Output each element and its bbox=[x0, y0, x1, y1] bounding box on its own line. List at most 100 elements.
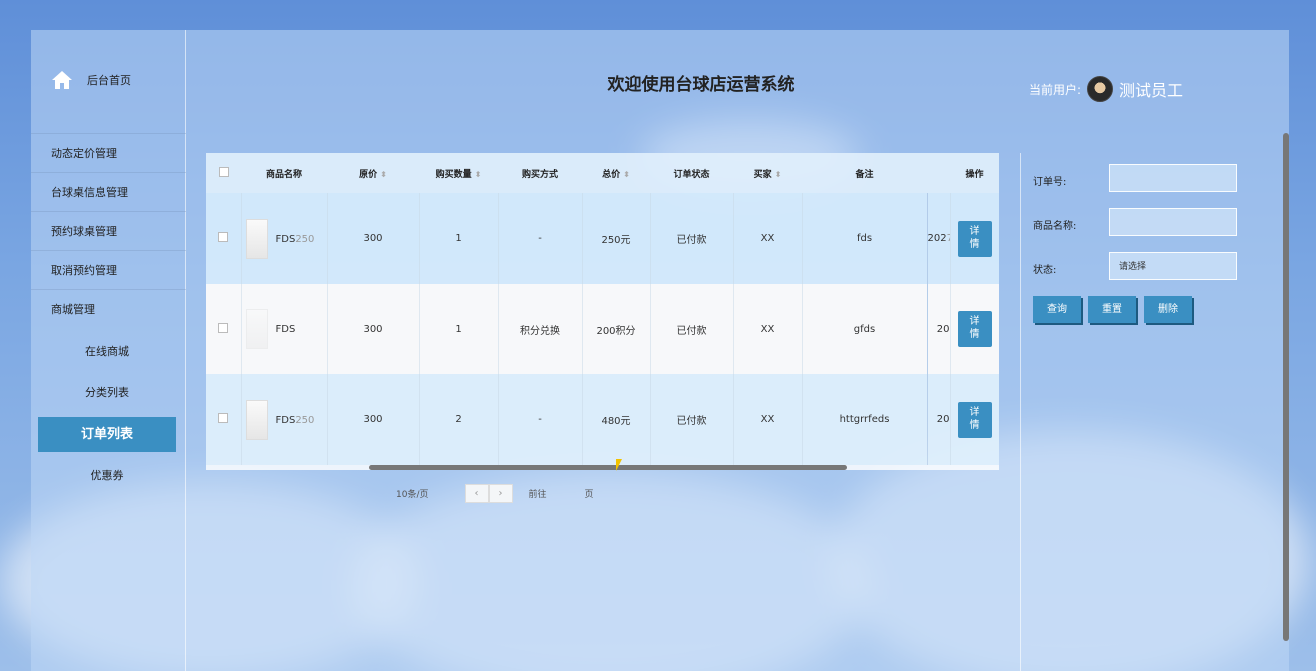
product-thumbnail bbox=[245, 309, 268, 349]
filter-panel: 订单号: 商品名称: 状态: 请选择 查询 重置 删除 bbox=[1020, 153, 1289, 671]
col-header-status: 订单状态 bbox=[650, 153, 733, 193]
product-name-overflow: 250 bbox=[295, 233, 315, 245]
row-checkbox[interactable] bbox=[218, 232, 229, 242]
table-header-row: 商品名称 原价 ⬍ 购买数量 ⬍ 购买方式 总价 ⬍ 订单状态 买家 ⬍ 备注 操作 bbox=[206, 153, 999, 193]
col-header-note: 备注 bbox=[802, 153, 927, 193]
ops-cell: 详情 bbox=[950, 284, 999, 374]
col-header-ops: 操作 bbox=[950, 153, 999, 193]
home-link[interactable]: 后台首页 bbox=[51, 68, 131, 92]
ops-cell: 详情 bbox=[950, 374, 999, 465]
user-name[interactable]: 测试员工 bbox=[1119, 77, 1183, 101]
total-cell: 250元 bbox=[582, 193, 651, 284]
avatar[interactable] bbox=[1087, 76, 1114, 102]
product-thumbnail bbox=[245, 399, 268, 440]
pagination: 10条/页 ‹ › 前往 页 bbox=[396, 483, 594, 503]
page-size-select[interactable]: 10条/页 bbox=[396, 487, 429, 500]
row-checkbox[interactable] bbox=[218, 322, 229, 333]
row-checkbox[interactable] bbox=[218, 413, 229, 423]
method-cell: 积分兑换 bbox=[498, 284, 583, 374]
col-header-buyer-label: 买家 bbox=[753, 169, 772, 180]
product-name: FDS bbox=[275, 233, 296, 245]
col-header-buyer[interactable]: 买家 ⬍ bbox=[733, 153, 802, 193]
orig-price-cell: 300 bbox=[327, 374, 420, 465]
orders-table: 商品名称 原价 ⬍ 购买数量 ⬍ 购买方式 总价 ⬍ 订单状态 买家 ⬍ 备注 操作 F… bbox=[206, 153, 999, 465]
product-name-input[interactable] bbox=[1109, 208, 1237, 236]
method-cell: - bbox=[498, 193, 583, 284]
reset-button[interactable]: 重置 bbox=[1088, 296, 1136, 323]
note-cell: gfds bbox=[802, 284, 928, 374]
sidebar-subitem-online-mall[interactable]: 在线商城 bbox=[38, 334, 176, 369]
home-icon bbox=[51, 70, 73, 90]
page-jump-input[interactable] bbox=[547, 486, 585, 500]
page-unit-label: 页 bbox=[584, 489, 594, 500]
col-header-method: 购买方式 bbox=[498, 153, 582, 193]
col-header-orig-price[interactable]: 原价 ⬍ bbox=[327, 153, 419, 193]
order-no-input[interactable] bbox=[1109, 164, 1237, 192]
sidebar-subitem-orders[interactable]: 订单列表 bbox=[38, 417, 176, 452]
sort-icon[interactable]: ⬍ bbox=[475, 170, 482, 179]
row-select-cell bbox=[206, 193, 242, 284]
col-header-name: 商品名称 bbox=[241, 153, 327, 193]
query-button[interactable]: 查询 bbox=[1033, 296, 1081, 323]
sidebar-item-cancellations[interactable]: 取消预约管理 bbox=[31, 250, 186, 289]
sort-icon[interactable]: ⬍ bbox=[380, 170, 387, 179]
row-select-cell bbox=[206, 284, 242, 374]
qty-cell: 2 bbox=[419, 374, 499, 465]
orig-price-cell: 300 bbox=[327, 193, 420, 284]
product-thumbnail bbox=[245, 218, 268, 259]
sidebar-item-mall[interactable]: 商城管理 bbox=[31, 289, 186, 328]
col-header-total-label: 总价 bbox=[602, 169, 621, 180]
sort-icon[interactable]: ⬍ bbox=[775, 170, 782, 179]
qty-cell: 1 bbox=[419, 284, 499, 374]
detail-button[interactable]: 详情 bbox=[957, 311, 992, 347]
buyer-cell: XX bbox=[733, 284, 803, 374]
time-overflow: 7 bbox=[947, 233, 949, 244]
sidebar-subitem-coupons[interactable]: 优惠券 bbox=[38, 458, 176, 493]
sidebar-subitem-categories[interactable]: 分类列表 bbox=[38, 375, 176, 410]
product-cell: FDS250 bbox=[241, 374, 328, 465]
buyer-cell: XX bbox=[733, 193, 803, 284]
status-label: 状态: bbox=[1033, 265, 1057, 276]
orders-table-panel: 商品名称 原价 ⬍ 购买数量 ⬍ 购买方式 总价 ⬍ 订单状态 买家 ⬍ 备注 操作 F… bbox=[206, 153, 999, 470]
sidebar: 后台首页 动态定价管理 台球桌信息管理 预约球桌管理 取消预约管理 商城管理 在… bbox=[31, 30, 186, 671]
detail-button[interactable]: 详情 bbox=[957, 401, 992, 438]
user-label: 当前用户: bbox=[1029, 82, 1082, 97]
product-name: FDS bbox=[275, 324, 296, 335]
select-all-checkbox[interactable] bbox=[218, 166, 229, 177]
col-header-qty[interactable]: 购买数量 ⬍ bbox=[419, 153, 498, 193]
table-row: FDS250 300 1 - 250元 已付款 XX fds 2027 详情 bbox=[206, 193, 999, 284]
col-header-orig-price-label: 原价 bbox=[359, 169, 378, 180]
prev-page-button[interactable]: ‹ bbox=[464, 483, 489, 503]
detail-button[interactable]: 详情 bbox=[957, 220, 992, 257]
page-title: 欢迎使用台球店运营系统 bbox=[607, 75, 795, 95]
time-text: 20 bbox=[936, 414, 950, 425]
sidebar-item-reservations[interactable]: 预约球桌管理 bbox=[31, 211, 186, 250]
ops-cell: 详情 bbox=[950, 193, 999, 284]
vertical-scrollbar[interactable] bbox=[1283, 133, 1289, 641]
sidebar-item-pricing[interactable]: 动态定价管理 bbox=[31, 133, 186, 172]
time-cell: 20 bbox=[927, 374, 951, 465]
product-name: FDS bbox=[275, 414, 296, 426]
select-all-cell bbox=[206, 153, 241, 193]
goto-label: 前往 bbox=[528, 489, 547, 500]
sort-icon[interactable]: ⬍ bbox=[623, 170, 630, 179]
current-user: 当前用户: 测试员工 bbox=[1029, 74, 1183, 104]
time-cell: 20 bbox=[927, 284, 951, 374]
table-row: FDS 300 1 积分兑换 200积分 已付款 XX gfds 20 详情 bbox=[206, 284, 999, 374]
delete-button[interactable]: 删除 bbox=[1144, 296, 1192, 323]
product-cell: FDS bbox=[241, 284, 328, 374]
table-row: FDS250 300 2 - 480元 已付款 XX httgrrfeds 20… bbox=[206, 374, 999, 465]
row-select-cell bbox=[206, 374, 242, 465]
product-name-overflow: 250 bbox=[295, 414, 315, 426]
col-header-total[interactable]: 总价 ⬍ bbox=[582, 153, 650, 193]
orig-price-cell: 300 bbox=[327, 284, 420, 374]
next-page-button[interactable]: › bbox=[488, 483, 513, 503]
col-header-qty-label: 购买数量 bbox=[435, 169, 472, 180]
status-select[interactable]: 请选择 bbox=[1109, 252, 1237, 280]
buyer-cell: XX bbox=[733, 374, 803, 465]
horizontal-scrollbar-thumb[interactable] bbox=[369, 465, 847, 470]
nav-list: 动态定价管理 台球桌信息管理 预约球桌管理 取消预约管理 商城管理 bbox=[31, 133, 186, 328]
qty-cell: 1 bbox=[419, 193, 499, 284]
home-label: 后台首页 bbox=[87, 74, 131, 87]
sidebar-item-table-info[interactable]: 台球桌信息管理 bbox=[31, 172, 186, 211]
